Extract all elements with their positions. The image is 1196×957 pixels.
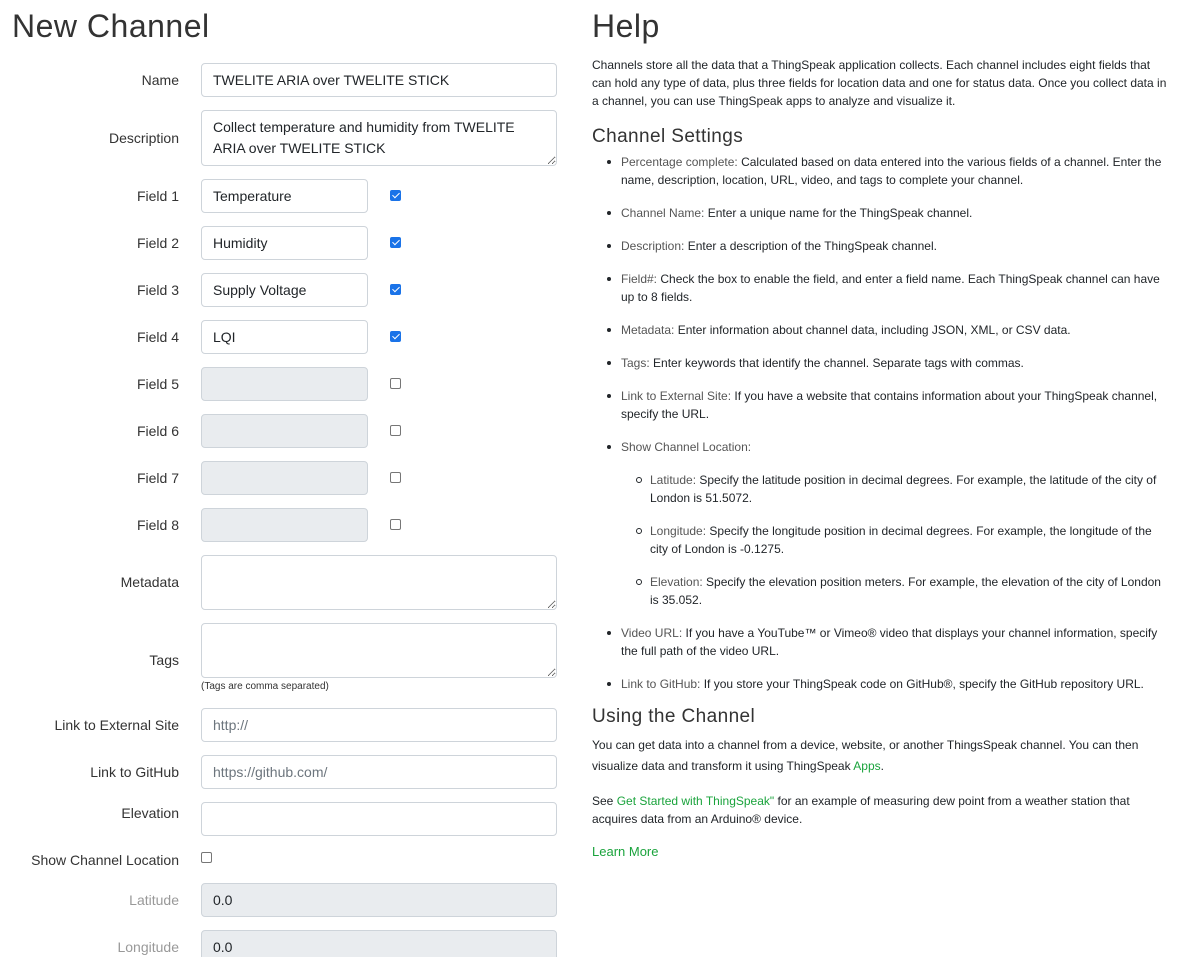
field-input-2[interactable] xyxy=(201,226,368,260)
settings-text: Enter a description of the ThingSpeak ch… xyxy=(684,239,937,253)
settings-term: Field#: xyxy=(621,272,658,286)
field-label-5: Field 5 xyxy=(136,376,179,392)
github-input[interactable] xyxy=(201,755,557,789)
settings-item-description: Description: Enter a description of the … xyxy=(592,237,1172,255)
settings-item-metadata: Metadata: Enter information about channe… xyxy=(592,321,1172,339)
field-checkbox-1[interactable] xyxy=(390,190,401,201)
settings-term: Show Channel Location: xyxy=(621,440,752,454)
show-location-label: Show Channel Location xyxy=(31,852,179,868)
location-text: Specify the longitude position in decima… xyxy=(650,524,1152,556)
latitude-label: Latitude xyxy=(129,892,179,908)
longitude-label: Longitude xyxy=(117,939,179,955)
settings-term: Percentage complete: xyxy=(621,155,738,169)
github-label: Link to GitHub xyxy=(90,764,179,780)
settings-item-video: Video URL: If you have a YouTube™ or Vim… xyxy=(592,624,1172,660)
settings-text: If you store your ThingSpeak code on Git… xyxy=(700,677,1144,691)
settings-list-2: Video URL: If you have a YouTube™ or Vim… xyxy=(592,624,1172,693)
metadata-label: Metadata xyxy=(120,574,179,590)
settings-term: Link to GitHub: xyxy=(621,677,701,691)
field-label-6: Field 6 xyxy=(136,423,179,439)
field-input-7[interactable] xyxy=(201,461,368,495)
learn-more-link[interactable]: Learn More xyxy=(592,844,658,859)
location-term: Longitude: xyxy=(650,524,707,538)
channel-settings-heading: Channel Settings xyxy=(592,126,744,147)
settings-text: Enter keywords that identify the channel… xyxy=(649,356,1024,370)
description-textarea[interactable]: Collect temperature and humidity from TW… xyxy=(201,110,557,166)
name-label: Name xyxy=(141,72,179,88)
settings-text: Enter a unique name for the ThingSpeak c… xyxy=(704,206,973,220)
field-label-8: Field 8 xyxy=(136,517,179,533)
field-label-4: Field 4 xyxy=(136,329,179,345)
field-label-2: Field 2 xyxy=(136,235,179,251)
tags-label: Tags xyxy=(149,652,179,668)
location-item-elevation: Elevation: Specify the elevation positio… xyxy=(592,573,1172,609)
field-input-6[interactable] xyxy=(201,414,368,448)
settings-text: If you have a YouTube™ or Vimeo® video t… xyxy=(621,626,1158,658)
field-checkbox-6[interactable] xyxy=(390,425,401,436)
location-item-latitude: Latitude: Specify the latitude position … xyxy=(592,471,1172,507)
field-input-5[interactable] xyxy=(201,367,368,401)
field-input-3[interactable] xyxy=(201,273,368,307)
settings-item-tags: Tags: Enter keywords that identify the c… xyxy=(592,354,1172,372)
tags-textarea[interactable] xyxy=(201,623,557,678)
field-checkbox-3[interactable] xyxy=(390,284,401,295)
description-label: Description xyxy=(108,130,179,146)
using-text: You can get data into a channel from a d… xyxy=(592,735,1172,777)
get-started-link[interactable]: Get Started with ThingSpeak" xyxy=(617,794,774,808)
settings-term: Metadata: xyxy=(621,323,675,337)
using-channel-heading: Using the Channel xyxy=(592,706,756,727)
settings-text: Check the box to enable the field, and e… xyxy=(621,272,1160,304)
settings-term: Link to External Site: xyxy=(621,389,732,403)
field-checkbox-2[interactable] xyxy=(390,237,401,248)
settings-item-percentage: Percentage complete: Calculated based on… xyxy=(592,153,1172,189)
settings-item-name: Channel Name: Enter a unique name for th… xyxy=(592,204,1172,222)
latitude-input[interactable] xyxy=(201,883,557,917)
external-site-label: Link to External Site xyxy=(54,717,179,733)
field-input-8[interactable] xyxy=(201,508,368,542)
field-label-3: Field 3 xyxy=(136,282,179,298)
name-input[interactable] xyxy=(201,63,557,97)
location-text: Specify the latitude position in decimal… xyxy=(650,473,1157,505)
location-term: Latitude: xyxy=(650,473,697,487)
location-text: Specify the elevation position meters. F… xyxy=(650,575,1161,607)
settings-term: Video URL: xyxy=(621,626,683,640)
help-intro: Channels store all the data that a Thing… xyxy=(592,58,1167,108)
external-site-input[interactable] xyxy=(201,708,557,742)
field-label-7: Field 7 xyxy=(136,470,179,486)
settings-term: Tags: xyxy=(621,356,650,370)
field-checkbox-5[interactable] xyxy=(390,378,401,389)
settings-text: Enter information about channel data, in… xyxy=(674,323,1071,337)
using-end: . xyxy=(880,759,884,773)
field-input-1[interactable] xyxy=(201,179,368,213)
settings-item-show-location: Show Channel Location: xyxy=(592,438,1172,456)
location-list: Latitude: Specify the latitude position … xyxy=(592,471,1172,609)
metadata-textarea[interactable] xyxy=(201,555,557,610)
help-panel: Channels store all the data that a Thing… xyxy=(592,56,1172,861)
help-title: Help xyxy=(592,8,660,44)
page-title: New Channel xyxy=(12,8,210,44)
tags-hint: (Tags are comma separated) xyxy=(201,681,329,692)
see-text: See Get Started with ThingSpeak" for an … xyxy=(592,792,1172,828)
location-item-longitude: Longitude: Specify the longitude positio… xyxy=(592,522,1172,558)
settings-item-github: Link to GitHub: If you store your ThingS… xyxy=(592,675,1172,693)
elevation-label: Elevation xyxy=(121,805,179,821)
field-checkbox-7[interactable] xyxy=(390,472,401,483)
learn-more-row: Learn More xyxy=(592,843,1172,861)
field-label-1: Field 1 xyxy=(136,188,179,204)
settings-item-external-site: Link to External Site: If you have a web… xyxy=(592,387,1172,423)
elevation-input[interactable] xyxy=(201,802,557,836)
settings-term: Channel Name: xyxy=(621,206,705,220)
settings-term: Description: xyxy=(621,239,685,253)
field-checkbox-4[interactable] xyxy=(390,331,401,342)
see-prefix: See xyxy=(592,794,617,808)
field-input-4[interactable] xyxy=(201,320,368,354)
field-checkbox-8[interactable] xyxy=(390,519,401,530)
settings-item-field: Field#: Check the box to enable the fiel… xyxy=(592,270,1172,306)
longitude-input[interactable] xyxy=(201,930,557,957)
show-location-checkbox[interactable] xyxy=(201,852,212,863)
location-term: Elevation: xyxy=(650,575,703,589)
settings-list: Percentage complete: Calculated based on… xyxy=(592,153,1172,456)
apps-link[interactable]: Apps xyxy=(853,759,880,773)
